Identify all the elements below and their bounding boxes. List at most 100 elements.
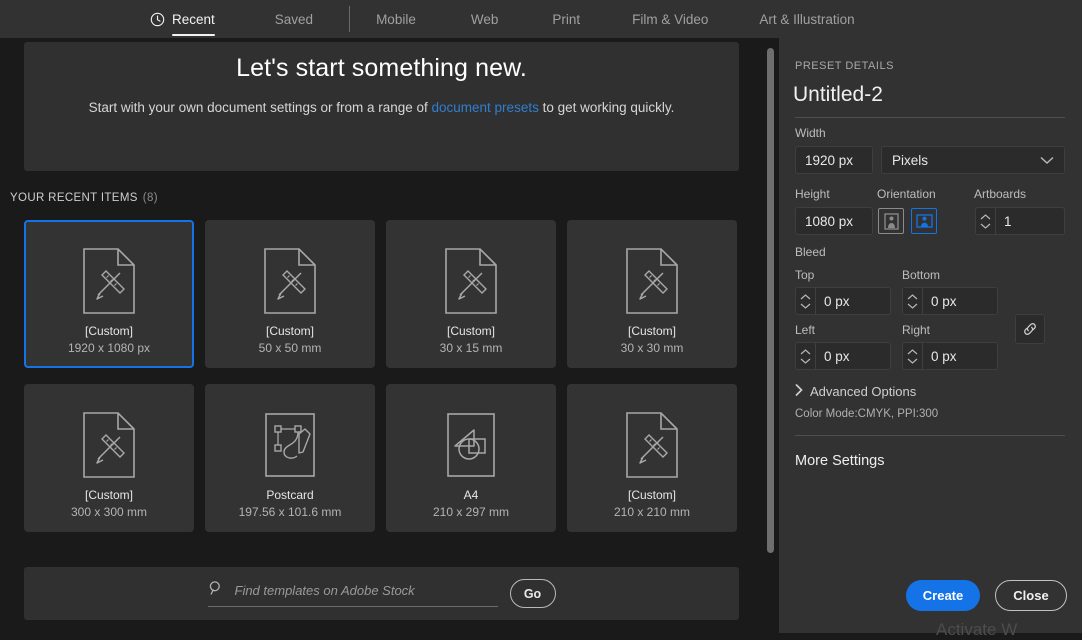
bleed-right-label: Right — [902, 323, 931, 337]
recent-item-name: [Custom] — [627, 324, 676, 338]
top-tab-bar: Recent Saved Mobile Web Print Film & Vid… — [0, 0, 1082, 38]
bleed-left-input[interactable] — [816, 343, 890, 369]
recent-item-tile[interactable]: [Custom] 30 x 30 mm — [567, 220, 737, 368]
hero-banner: Let's start something new. Start with yo… — [24, 42, 739, 171]
tab-saved-label: Saved — [274, 11, 314, 27]
recent-items-label: YOUR RECENT ITEMS — [10, 192, 138, 204]
recent-item-name: [Custom] — [84, 324, 133, 338]
orientation-portrait-button[interactable] — [878, 208, 904, 234]
orientation-label: Orientation — [877, 187, 936, 201]
recent-item-dims: 1920 x 1080 px — [67, 341, 151, 355]
chevron-down-icon — [1040, 153, 1054, 168]
advanced-options-label: Advanced Options — [810, 384, 917, 399]
recent-item-name: A4 — [463, 488, 479, 502]
recent-item-tile[interactable]: [Custom] 30 x 15 mm — [386, 220, 556, 368]
bleed-top-input[interactable] — [816, 288, 890, 314]
artboards-input[interactable] — [996, 208, 1064, 234]
artboards-stepper[interactable] — [975, 207, 1065, 235]
bleed-right-stepper[interactable] — [902, 342, 998, 370]
chevron-up-icon — [907, 348, 918, 354]
go-button[interactable]: Go — [509, 579, 556, 608]
recent-item-dims: 210 x 210 mm — [613, 505, 691, 519]
recent-items-grid: [Custom] 1920 x 1080 px [Custom] 50 x 50… — [24, 220, 740, 532]
height-label: Height — [795, 187, 830, 201]
recent-item-name: [Custom] — [446, 324, 495, 338]
recent-item-dims: 50 x 50 mm — [258, 341, 322, 355]
main-content: Let's start something new. Start with yo… — [0, 38, 779, 633]
recent-items-count: (8) — [142, 192, 158, 204]
orientation-landscape-button[interactable] — [911, 208, 937, 234]
document-name-input[interactable] — [793, 83, 1063, 107]
custom-doc-icon — [262, 243, 318, 318]
artboards-label: Artboards — [974, 187, 1027, 201]
recent-item-tile[interactable]: Postcard 197.56 x 101.6 mm — [205, 384, 375, 532]
bleed-bottom-stepper[interactable] — [902, 287, 998, 315]
chevron-down-icon — [800, 303, 811, 309]
tab-art-illustration[interactable]: Art & Illustration — [759, 0, 854, 38]
close-button[interactable]: Close — [995, 580, 1067, 611]
portrait-icon — [883, 212, 899, 230]
tab-list: Recent Saved Mobile Web Print Film & Vid… — [148, 0, 855, 38]
recent-item-dims: 30 x 15 mm — [439, 341, 503, 355]
bleed-bottom-arrows[interactable] — [903, 288, 923, 314]
bleed-top-label: Top — [795, 268, 815, 282]
panel-divider — [795, 117, 1065, 118]
recent-item-tile[interactable]: [Custom] 300 x 300 mm — [24, 384, 194, 532]
recent-items-heading: YOUR RECENT ITEMS (8) — [10, 192, 158, 204]
artboards-stepper-arrows[interactable] — [976, 208, 996, 234]
main-scrollbar-thumb[interactable] — [767, 48, 774, 553]
custom-doc-icon — [624, 243, 680, 318]
tab-print-label: Print — [552, 11, 581, 27]
tab-recent-label: Recent — [172, 11, 215, 27]
recent-item-name: [Custom] — [265, 324, 314, 338]
preset-details-label: PRESET DETAILS — [795, 60, 894, 72]
custom-doc-icon — [443, 243, 499, 318]
bleed-right-input[interactable] — [923, 343, 997, 369]
search-field-wrap — [207, 580, 498, 607]
recent-item-tile[interactable]: [Custom] 1920 x 1080 px — [24, 220, 194, 368]
bleed-bottom-input[interactable] — [923, 288, 997, 314]
tab-mobile-label: Mobile — [376, 11, 416, 27]
bleed-top-stepper[interactable] — [795, 287, 891, 315]
tab-web-label: Web — [470, 11, 499, 27]
recent-item-dims: 30 x 30 mm — [620, 341, 684, 355]
bleed-top-arrows[interactable] — [796, 288, 816, 314]
tab-web[interactable]: Web — [471, 0, 499, 38]
custom-doc-icon — [81, 407, 137, 482]
color-mode-info: Color Mode:CMYK, PPI:300 — [795, 408, 939, 420]
document-presets-link[interactable]: document presets — [432, 100, 539, 115]
link-chain-icon — [1024, 323, 1036, 335]
more-settings-button[interactable]: More Settings — [795, 453, 884, 469]
search-input[interactable] — [232, 582, 498, 599]
recent-item-name: [Custom] — [627, 488, 676, 502]
tab-recent[interactable]: Recent — [148, 0, 217, 38]
bleed-left-stepper[interactable] — [795, 342, 891, 370]
landscape-icon — [915, 214, 933, 228]
units-dropdown[interactable]: Pixels — [881, 146, 1065, 174]
tab-active-indicator — [172, 33, 215, 36]
recent-item-dims: 300 x 300 mm — [70, 505, 148, 519]
chevron-down-icon — [980, 223, 991, 229]
create-button[interactable]: Create — [906, 580, 980, 611]
tab-saved[interactable]: Saved — [275, 0, 313, 38]
chevron-down-icon — [800, 358, 811, 364]
bleed-bottom-label: Bottom — [902, 268, 941, 282]
recent-item-tile[interactable]: [Custom] 50 x 50 mm — [205, 220, 375, 368]
clock-icon — [150, 12, 165, 27]
recent-item-dims: 197.56 x 101.6 mm — [238, 505, 342, 519]
advanced-options-toggle[interactable]: Advanced Options — [795, 384, 916, 399]
bleed-link-button[interactable] — [1015, 314, 1045, 344]
recent-item-dims: 210 x 297 mm — [432, 505, 510, 519]
height-input[interactable] — [795, 207, 873, 235]
hero-title: Let's start something new. — [236, 54, 527, 82]
tab-film-video-label: Film & Video — [632, 11, 709, 27]
bleed-right-arrows[interactable] — [903, 343, 923, 369]
tab-print[interactable]: Print — [552, 0, 580, 38]
recent-item-tile[interactable]: [Custom] 210 x 210 mm — [567, 384, 737, 532]
bleed-left-arrows[interactable] — [796, 343, 816, 369]
recent-item-tile[interactable]: A4 210 x 297 mm — [386, 384, 556, 532]
tab-film-video[interactable]: Film & Video — [632, 0, 708, 38]
tab-mobile[interactable]: Mobile — [376, 0, 416, 38]
tab-separator — [349, 6, 351, 32]
width-input[interactable] — [795, 146, 873, 174]
